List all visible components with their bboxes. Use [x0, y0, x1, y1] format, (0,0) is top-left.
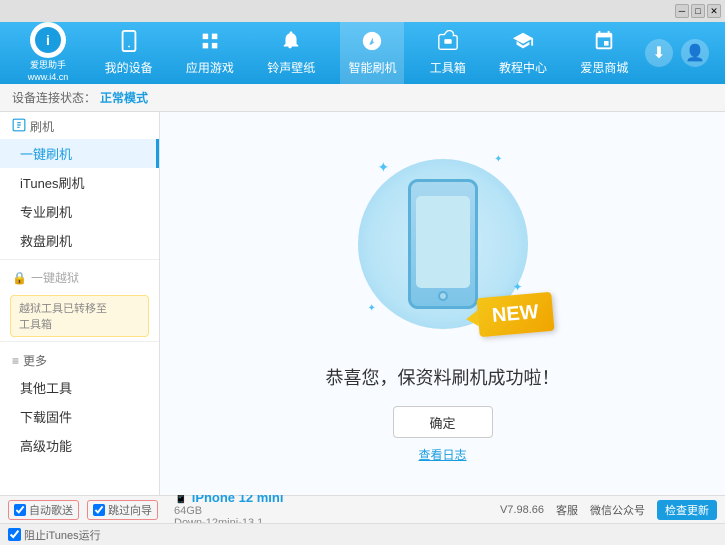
bottom-right: V7.98.66 客服 微信公众号 检查更新 [500, 500, 717, 520]
sidebar-section-flash: 刷机 [0, 112, 159, 139]
autodeploy-label: 自动歌送 [29, 502, 73, 518]
more-section-label: 更多 [23, 352, 47, 369]
sidebar-locked-jailbreak: 🔒 一键越狱 [0, 264, 159, 291]
mydevice-icon [118, 30, 140, 55]
sidebar: 刷机 一键刷机 iTunes刷机 专业刷机 救盘刷机 🔒 一键越狱 越狱工具已转… [0, 112, 160, 495]
nav-item-tutorial[interactable]: 教程中心 [491, 22, 555, 84]
flash-section-icon [12, 118, 26, 135]
nav-item-flash[interactable]: 智能刷机 [340, 22, 404, 84]
sidebar-divider-2 [0, 341, 159, 342]
nav-right: ⬇ 👤 [645, 39, 717, 67]
flash-icon [361, 30, 383, 55]
nav-bar: i 爱思助手www.i4.cn 我的设备 应用游戏 铃声壁纸 [0, 22, 725, 84]
nav-item-shop[interactable]: 爱思商城 [572, 22, 636, 84]
phone-illustration: ✦ ✦ ✦ ✦ NEW [353, 144, 533, 344]
title-bar: ─ □ ✕ [0, 0, 725, 22]
main-layout: 刷机 一键刷机 iTunes刷机 专业刷机 救盘刷机 🔒 一键越狱 越狱工具已转… [0, 112, 725, 495]
nav-item-ringtone[interactable]: 铃声壁纸 [259, 22, 323, 84]
sidebar-item-pro[interactable]: 专业刷机 [0, 197, 159, 226]
phone-home [438, 291, 448, 301]
phone-body [408, 179, 478, 309]
apps-icon [199, 30, 221, 55]
customer-service-link[interactable]: 客服 [556, 502, 578, 518]
tutorial-icon [512, 30, 534, 55]
nav-label-tutorial: 教程中心 [499, 59, 547, 76]
skipwizard-label: 跳过向导 [108, 502, 152, 518]
sidebar-item-onekey[interactable]: 一键刷机 [0, 139, 159, 168]
minimize-btn[interactable]: ─ [675, 4, 689, 18]
version-label: V7.98.66 [500, 504, 544, 516]
phone-screen [416, 196, 470, 288]
view-log-link[interactable]: 查看日志 [418, 446, 466, 463]
content-area: ✦ ✦ ✦ ✦ NEW 恭喜您，保资料刷机成功啦！ 确定 查看日志 [160, 112, 725, 495]
nav-label-ringtone: 铃声壁纸 [267, 59, 315, 76]
sidebar-item-itunes[interactable]: iTunes刷机 [0, 168, 159, 197]
sparkle-3: ✦ [368, 303, 376, 314]
sparkle-4: ✦ [512, 280, 522, 294]
nav-label-mydevice: 我的设备 [105, 59, 153, 76]
confirm-button[interactable]: 确定 [393, 406, 493, 438]
nav-items: 我的设备 应用游戏 铃声壁纸 智能刷机 工具箱 [88, 22, 645, 84]
lock-icon: 🔒 [12, 271, 27, 285]
sparkle-1: ✦ [378, 159, 390, 176]
bottom-bar: 自动歌送 跳过向导 📱 iPhone 12 mini 64GB Down-12m… [0, 495, 725, 523]
nav-item-apps[interactable]: 应用游戏 [178, 22, 242, 84]
app-logo: i 爱思助手www.i4.cn [8, 22, 88, 83]
checkbox-autodeploy[interactable]: 自动歌送 [8, 500, 79, 520]
wechat-link[interactable]: 微信公众号 [590, 502, 645, 518]
sidebar-item-othertools[interactable]: 其他工具 [0, 373, 159, 402]
sidebar-section-more: ≡ 更多 [0, 346, 159, 373]
itunes-checkbox-wrap[interactable]: 阻止iTunes运行 [8, 527, 101, 543]
more-section-icon: ≡ [12, 354, 19, 368]
bottom-section: 自动歌送 跳过向导 📱 iPhone 12 mini 64GB Down-12m… [0, 495, 725, 545]
status-bar: 设备连接状态： 正常模式 [0, 84, 725, 112]
skipwizard-check[interactable] [93, 504, 105, 516]
sidebar-item-download[interactable]: 下载固件 [0, 402, 159, 431]
nav-item-tools[interactable]: 工具箱 [422, 22, 474, 84]
nav-label-shop: 爱思商城 [580, 59, 628, 76]
logo-icon: i [30, 22, 66, 58]
flash-section-label: 刷机 [30, 118, 54, 135]
itunes-check[interactable] [8, 528, 21, 541]
download-btn[interactable]: ⬇ [645, 39, 673, 67]
shop-icon [593, 30, 615, 55]
nav-label-tools: 工具箱 [430, 59, 466, 76]
update-button[interactable]: 检查更新 [657, 500, 717, 520]
nav-label-apps: 应用游戏 [186, 59, 234, 76]
sparkle-2: ✦ [494, 154, 502, 165]
nav-label-flash: 智能刷机 [348, 59, 396, 76]
new-badge: NEW [476, 292, 554, 337]
autodeploy-check[interactable] [14, 504, 26, 516]
device-storage: 64GB [174, 505, 283, 517]
status-value: 正常模式 [100, 89, 148, 106]
sidebar-item-rescue[interactable]: 救盘刷机 [0, 226, 159, 255]
itunes-bar: 阻止iTunes运行 [0, 523, 725, 545]
sidebar-warning-jailbreak: 越狱工具已转移至工具箱 [10, 295, 149, 337]
nav-item-mydevice[interactable]: 我的设备 [97, 22, 161, 84]
sidebar-divider-1 [0, 259, 159, 260]
logo-text: 爱思助手www.i4.cn [28, 60, 69, 83]
account-btn[interactable]: 👤 [681, 39, 709, 67]
maximize-btn[interactable]: □ [691, 4, 705, 18]
itunes-label: 阻止iTunes运行 [24, 527, 101, 543]
tools-icon [437, 30, 459, 55]
ringtone-icon [280, 30, 302, 55]
svg-text:i: i [46, 32, 50, 48]
close-btn[interactable]: ✕ [707, 4, 721, 18]
sidebar-item-advanced[interactable]: 高级功能 [0, 431, 159, 460]
checkbox-skipwizard[interactable]: 跳过向导 [87, 500, 158, 520]
locked-label: 一键越狱 [31, 269, 79, 286]
success-title: 恭喜您，保资料刷机成功啦！ [326, 364, 560, 390]
status-label: 设备连接状态： [12, 89, 96, 106]
